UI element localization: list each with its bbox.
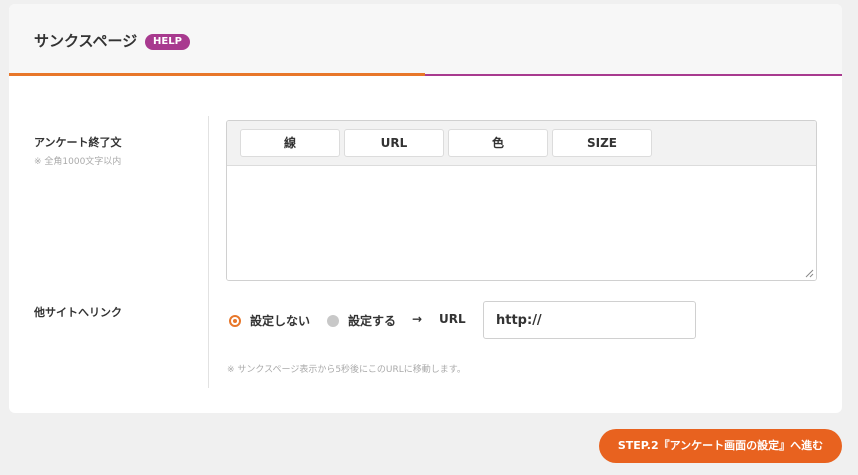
url-input[interactable] (483, 301, 696, 339)
end-message-textarea[interactable] (227, 166, 816, 280)
progress-line-current (9, 73, 425, 76)
next-step-button[interactable]: STEP.2『アンケート画面の設定』へ進む (599, 429, 842, 463)
end-message-limit-note: ※ 全角1000文字以内 (34, 157, 122, 167)
option-no-link-label[interactable]: 設定しない (250, 312, 310, 329)
thanks-page-panel: サンクスページ HELP アンケート終了文 ※ 全角1000文字以内 線 URL… (9, 4, 842, 413)
editor-toolbar: 線 URL 色 SIZE (227, 121, 816, 166)
progress-line-next (425, 74, 842, 76)
size-button[interactable]: SIZE (552, 129, 652, 157)
column-divider (208, 116, 209, 388)
external-link-label: 他サイトへリンク (34, 306, 122, 319)
option-set-link-label[interactable]: 設定する (348, 312, 396, 329)
page-title: サンクスページ (34, 32, 138, 50)
url-button[interactable]: URL (344, 129, 444, 157)
radio-set-link[interactable] (327, 315, 339, 327)
end-message-label: アンケート終了文 (34, 136, 122, 149)
radio-no-link[interactable] (229, 315, 241, 327)
redirect-note: ※ サンクスページ表示から5秒後にこのURLに移動します。 (227, 365, 466, 375)
help-badge[interactable]: HELP (145, 34, 190, 50)
resize-grip-icon[interactable] (805, 269, 814, 278)
color-button[interactable]: 色 (448, 129, 548, 157)
panel-header: サンクスページ HELP (9, 4, 842, 76)
line-button[interactable]: 線 (240, 129, 340, 157)
arrow-icon: → (412, 312, 423, 326)
end-message-editor: 線 URL 色 SIZE (226, 120, 817, 281)
url-label: URL (439, 312, 466, 326)
